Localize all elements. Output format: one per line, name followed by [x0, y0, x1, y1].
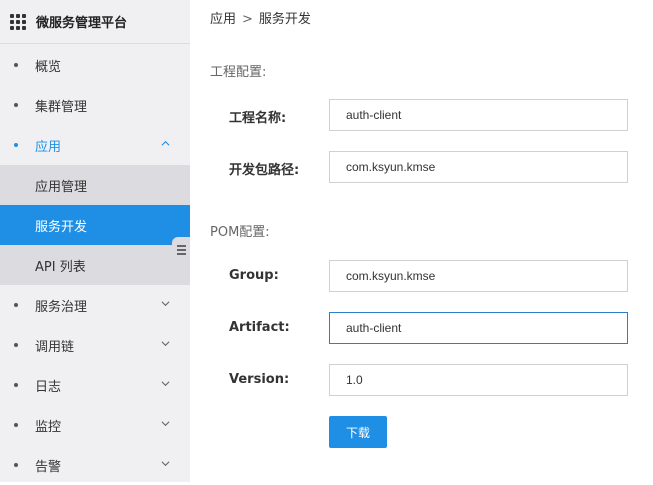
sidebar-subitem-label: 服务开发	[35, 219, 88, 235]
sidebar-item-label: 概览	[35, 59, 62, 75]
sidebar-item-label: 应用	[35, 139, 62, 155]
bullet-icon	[14, 143, 18, 147]
chevron-down-icon	[161, 301, 170, 307]
sidebar-item-label: 集群管理	[35, 99, 88, 115]
sidebar-item-overview[interactable]: 概览	[0, 45, 190, 85]
sidebar-item-label: 告警	[35, 459, 62, 475]
sidebar-item-service-governance[interactable]: 服务治理	[0, 285, 190, 325]
sidebar-item-label: 监控	[35, 419, 62, 435]
brand-title: 微服务管理平台	[36, 16, 128, 31]
sidebar-item-call-chain[interactable]: 调用链	[0, 325, 190, 365]
bullet-icon	[14, 343, 18, 347]
apps-grid-icon[interactable]	[10, 13, 26, 30]
sidebar-subitem-label: API 列表	[35, 259, 86, 275]
chevron-down-icon	[161, 421, 170, 427]
project-name-input[interactable]	[329, 99, 628, 131]
sidebar: 微服务管理平台 概览 集群管理 应用 应用管理 服务开发 API 列表 服务治理…	[0, 0, 190, 482]
group-label: Group:	[229, 268, 279, 283]
artifact-label: Artifact:	[229, 320, 290, 335]
package-path-label: 开发包路径:	[229, 163, 300, 178]
breadcrumb: 应用 > 服务开发	[210, 8, 311, 27]
sidebar-item-alerts[interactable]: 告警	[0, 445, 190, 485]
bullet-icon	[14, 463, 18, 467]
bullet-icon	[14, 103, 18, 107]
breadcrumb-parent[interactable]: 应用	[210, 12, 236, 27]
version-label: Version:	[229, 372, 290, 387]
bullet-icon	[14, 423, 18, 427]
sidebar-subitem-label: 应用管理	[35, 179, 88, 195]
sidebar-item-app[interactable]: 应用	[0, 125, 190, 165]
project-config-title: 工程配置:	[210, 65, 267, 80]
breadcrumb-separator: >	[242, 12, 253, 27]
bullet-icon	[14, 63, 18, 67]
chevron-down-icon	[161, 461, 170, 467]
sidebar-subitem-api-list[interactable]: API 列表	[0, 245, 190, 285]
chevron-down-icon	[161, 341, 170, 347]
version-input[interactable]	[329, 364, 628, 396]
sidebar-item-cluster[interactable]: 集群管理	[0, 85, 190, 125]
chevron-up-icon	[161, 140, 170, 146]
bullet-icon	[14, 303, 18, 307]
bullet-icon	[14, 383, 18, 387]
sidebar-item-label: 日志	[35, 379, 62, 395]
breadcrumb-current: 服务开发	[258, 12, 311, 27]
sidebar-item-monitoring[interactable]: 监控	[0, 405, 190, 445]
artifact-input[interactable]	[329, 312, 628, 344]
sidebar-subitem-service-dev[interactable]: 服务开发	[0, 205, 190, 245]
download-button[interactable]: 下载	[329, 416, 387, 448]
sidebar-subitem-app-management[interactable]: 应用管理	[0, 165, 190, 205]
pom-config-title: POM配置:	[210, 225, 270, 240]
project-name-label: 工程名称:	[229, 111, 287, 126]
sidebar-item-logs[interactable]: 日志	[0, 365, 190, 405]
brand: 微服务管理平台	[0, 0, 190, 44]
sidebar-item-label: 调用链	[35, 339, 75, 355]
sidebar-collapse-handle-icon[interactable]	[172, 237, 190, 263]
package-path-input[interactable]	[329, 151, 628, 183]
group-input[interactable]	[329, 260, 628, 292]
chevron-down-icon	[161, 381, 170, 387]
sidebar-item-label: 服务治理	[35, 299, 88, 315]
